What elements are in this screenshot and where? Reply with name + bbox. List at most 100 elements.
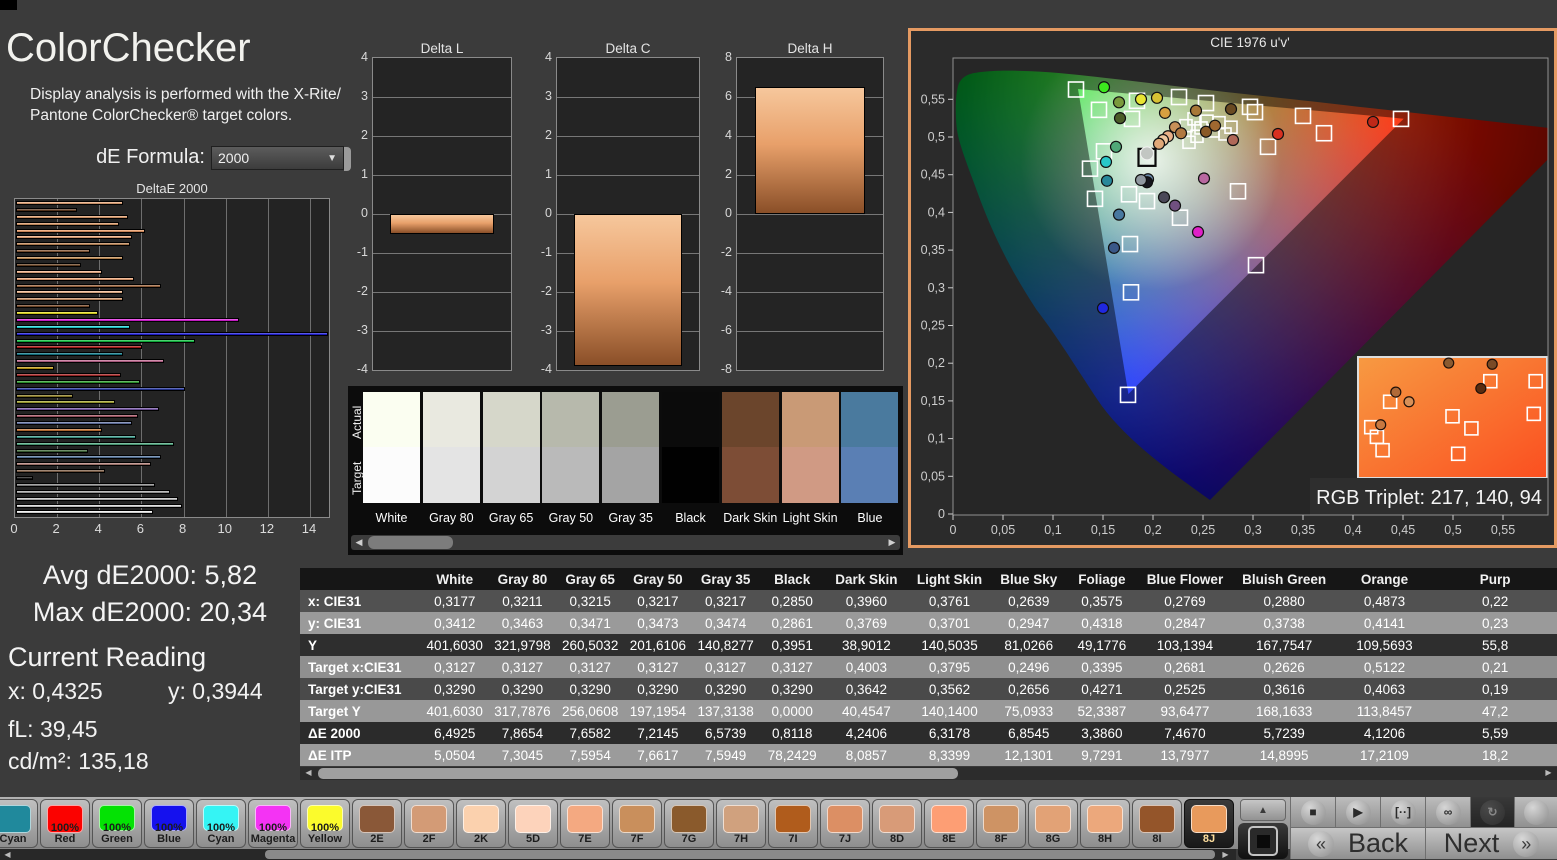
deltae-bar xyxy=(16,345,143,350)
table-cell: 0,22 xyxy=(1481,593,1509,609)
patch-compare-cell[interactable]: White xyxy=(363,392,420,525)
patch-button-label: 100% Yellow xyxy=(307,822,343,845)
delta-bar xyxy=(389,214,495,234)
pattern-window-button[interactable] xyxy=(1238,823,1288,859)
inset-measured-marker xyxy=(1390,386,1402,398)
de-formula-dropdown[interactable]: 2000 ▼ xyxy=(211,146,344,170)
table-cell: 0,3290 xyxy=(434,681,476,697)
square-in-square-icon xyxy=(1248,826,1278,856)
toolbar-scroll-thumb[interactable] xyxy=(265,850,1215,859)
patch-button-100yellow[interactable]: 100% Yellow xyxy=(300,799,350,848)
patch-button-8e[interactable]: 8E xyxy=(924,799,974,848)
patch-compare-cell[interactable]: Black xyxy=(662,392,719,525)
patch-button-100cyan[interactable]: 100% Cyan xyxy=(196,799,246,848)
deltae-chart xyxy=(14,198,330,518)
patch-button-8d[interactable]: 8D xyxy=(872,799,922,848)
delta-chart-title: Delta C xyxy=(605,41,651,56)
patch-button-2e[interactable]: 2E xyxy=(352,799,402,848)
cie-measured-marker xyxy=(1197,172,1211,185)
patch-button-7f[interactable]: 7F xyxy=(612,799,662,848)
deltae-bars xyxy=(16,201,328,515)
next-button[interactable]: Next » xyxy=(1425,828,1557,859)
cie-zoom-inset xyxy=(1357,356,1548,479)
svg-text:0: 0 xyxy=(950,523,957,537)
patch-color-chip xyxy=(775,805,811,833)
actual-color xyxy=(662,392,719,447)
table-cell: 4,2406 xyxy=(845,725,888,741)
table-cell: 0,3960 xyxy=(845,593,888,609)
patch-compare-cell[interactable]: Light Skin xyxy=(781,392,839,525)
table-scrollbar[interactable]: ◀ ▶ xyxy=(300,767,1557,780)
target-color xyxy=(781,447,839,503)
table-cell: 7,2145 xyxy=(637,725,679,741)
patch-button-2k[interactable]: 2K xyxy=(456,799,506,848)
patch-button-cyan[interactable]: Cyan xyxy=(0,799,38,848)
scroll-right-icon[interactable]: ▶ xyxy=(1219,849,1232,860)
table-cell: 81,0266 xyxy=(1004,637,1054,653)
scroll-right-icon[interactable]: ▶ xyxy=(1542,767,1555,778)
patch-button-7h[interactable]: 7H xyxy=(716,799,766,848)
step-button[interactable]: [··] xyxy=(1380,797,1425,828)
scroll-left-icon[interactable]: ◀ xyxy=(1,849,14,860)
column-header: Blue Sky xyxy=(991,568,1067,590)
swatch-scrollbar[interactable]: ◀ ▶ xyxy=(351,535,900,550)
swatch-scroll-thumb[interactable] xyxy=(368,536,453,549)
gridline xyxy=(737,253,883,254)
column-header: White xyxy=(420,568,489,590)
cie-measured-marker xyxy=(1113,112,1127,125)
table-cell: 0,4271 xyxy=(1081,681,1123,697)
loop-button[interactable]: ∞ xyxy=(1425,797,1470,828)
refresh-button[interactable]: ↻ xyxy=(1470,797,1514,828)
patch-button-100red[interactable]: 100% Red xyxy=(40,799,90,848)
patch-button-100green[interactable]: 100% Green xyxy=(92,799,142,848)
patch-compare-cell[interactable]: Gray 65 xyxy=(482,392,540,525)
patch-button-8j[interactable]: 8J xyxy=(1184,799,1234,848)
swatch-list-up-button[interactable]: ▲ xyxy=(1240,799,1286,821)
patch-compare-cell[interactable]: Gray 80 xyxy=(422,392,480,525)
patch-compare-cell[interactable]: Gray 35 xyxy=(602,392,660,525)
toolbar-scrollbar[interactable]: ◀ ▶ xyxy=(0,849,1236,860)
patch-button-7e[interactable]: 7E xyxy=(560,799,610,848)
cie-measured-marker xyxy=(1107,241,1121,254)
table-cell: 0,2525 xyxy=(1164,681,1206,697)
de-formula-value: 2000 xyxy=(218,150,250,166)
patch-button-2f[interactable]: 2F xyxy=(404,799,454,848)
patch-compare-cell[interactable]: Blue xyxy=(841,392,899,525)
patch-compare-cell[interactable]: Dark Skin xyxy=(721,392,779,525)
patch-button-5d[interactable]: 5D xyxy=(508,799,558,848)
table-cell: 201,6106 xyxy=(629,637,687,653)
gridline xyxy=(373,97,511,98)
stop-button[interactable]: ■ xyxy=(1290,797,1335,828)
table-header-row: White Gray 80 Gray 65 Gray 50 Gray 35 Black Da… xyxy=(300,568,1557,590)
patch-button-8h[interactable]: 8H xyxy=(1080,799,1130,848)
scroll-left-icon[interactable]: ◀ xyxy=(302,767,315,778)
record-button[interactable] xyxy=(1514,797,1557,828)
play-button[interactable]: ▶ xyxy=(1335,797,1380,828)
table-cell: 0,3738 xyxy=(1263,615,1305,631)
table-cell: 0,3562 xyxy=(928,681,971,697)
patch-button-7g[interactable]: 7G xyxy=(664,799,714,848)
table-scroll-thumb[interactable] xyxy=(318,768,958,779)
scroll-right-icon[interactable]: ▶ xyxy=(884,535,900,550)
patch-button-100magenta[interactable]: 100% Magenta xyxy=(248,799,298,848)
patch-button-8i[interactable]: 8I xyxy=(1132,799,1182,848)
patch-button-8g[interactable]: 8G xyxy=(1028,799,1078,848)
cie-measured-marker xyxy=(1134,93,1148,106)
cie-measured-marker xyxy=(1112,208,1126,221)
page-description: Display analysis is performed with the X… xyxy=(30,84,360,126)
cie-1976-uv-diagram: RGB Triplet: 217, 140, 94 CIE 1976 u'v' … xyxy=(921,35,1549,537)
patch-color-chip xyxy=(463,805,499,833)
cie-measured-marker xyxy=(1100,174,1114,187)
patch-button-7i[interactable]: 7I xyxy=(768,799,818,848)
patch-button-7j[interactable]: 7J xyxy=(820,799,870,848)
x-tick-label: 10 xyxy=(217,521,232,536)
table-cell: 0,3642 xyxy=(845,681,888,697)
patch-color-chip xyxy=(567,805,603,833)
patch-compare-cell[interactable]: Gray 50 xyxy=(542,392,600,525)
current-x: x: 0,4325 xyxy=(8,678,103,704)
patch-button-8f[interactable]: 8F xyxy=(976,799,1026,848)
table-cell: 0,4141 xyxy=(1363,615,1406,631)
back-button[interactable]: « Back xyxy=(1290,828,1425,859)
patch-button-100blue[interactable]: 100% Blue xyxy=(144,799,194,848)
scroll-left-icon[interactable]: ◀ xyxy=(351,535,367,550)
